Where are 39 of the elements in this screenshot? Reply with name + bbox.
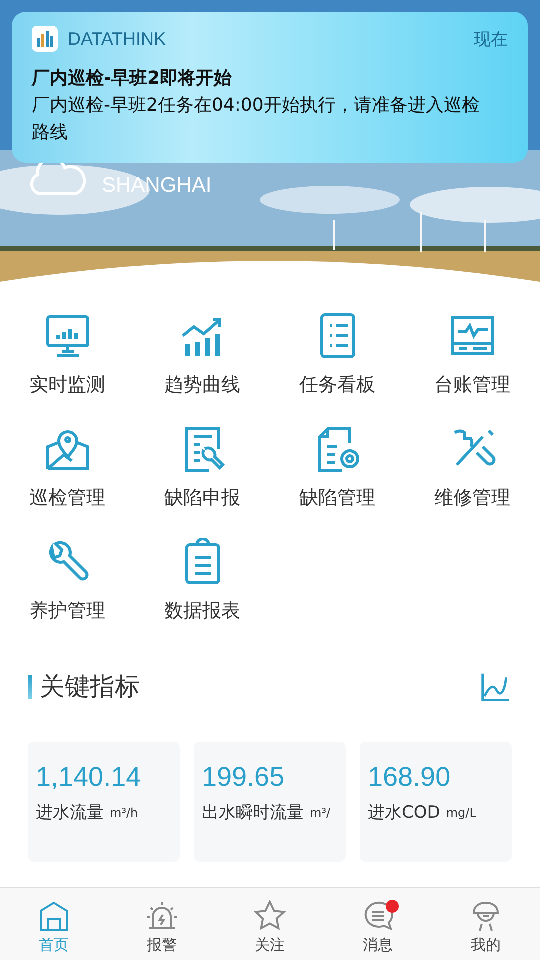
menu-item[interactable]: 趋势曲线 (135, 312, 270, 398)
menu-item[interactable]: 养护管理 (0, 538, 135, 624)
house-icon (38, 900, 70, 932)
tab[interactable]: 我的 (432, 888, 540, 960)
alarm-light-icon (146, 900, 178, 932)
section-title: 关键指标 (40, 671, 140, 703)
metric-label: 进水流量 (36, 802, 104, 824)
person-icon (470, 900, 502, 932)
metric-value: 168.90 (368, 762, 452, 793)
menu-item[interactable]: 缺陷申报 (135, 425, 270, 511)
metric-value: 199.65 (202, 762, 286, 793)
app-name: DATATHINK (68, 28, 166, 50)
bar-chart-icon (32, 26, 58, 52)
tab[interactable]: 报警 (108, 888, 216, 960)
metric-unit: m³/h (110, 806, 138, 820)
notification-message: 厂内巡检-早班2任务在04:00开始执行，请准备进入巡检路线 (32, 94, 481, 145)
menu-item[interactable]: 缺陷管理 (270, 425, 405, 511)
star-icon (254, 900, 286, 932)
menu-item[interactable]: 维修管理 (405, 425, 540, 511)
menu-item[interactable]: 数据报表 (135, 538, 270, 624)
notification-time: 现在 (474, 28, 508, 50)
metric-label: 进水COD (368, 802, 440, 824)
tab[interactable]: 消息 (324, 888, 432, 960)
metric-value: 1,140.14 (36, 762, 142, 793)
notification-banner[interactable]: DATATHINK 现在 厂内巡检-早班2即将开始 厂内巡检-早班2任务在04:00开始执行，请准备进入巡检路线 (12, 12, 528, 163)
metric-unit: mg/L (446, 806, 476, 820)
metric-card[interactable]: 168.90 进水COD mg/L (360, 742, 512, 862)
menu-item[interactable]: 实时监测 (0, 312, 135, 398)
metric-card[interactable]: 199.65 出水瞬时流量 m³/ (194, 742, 346, 862)
metric-unit: m³/ (310, 806, 331, 820)
accent-bar (28, 674, 32, 698)
menu-item[interactable]: 台账管理 (405, 312, 540, 398)
menu-item[interactable]: 巡检管理 (0, 425, 135, 511)
tab[interactable]: 关注 (216, 888, 324, 960)
notification-title: 厂内巡检-早班2即将开始 (32, 67, 233, 90)
chat-bubble-icon (362, 900, 394, 932)
menu-item[interactable]: 任务看板 (270, 312, 405, 398)
metric-card[interactable]: 1,140.14 进水流量 m³/h (28, 742, 180, 862)
metric-label: 出水瞬时流量 (202, 802, 304, 824)
